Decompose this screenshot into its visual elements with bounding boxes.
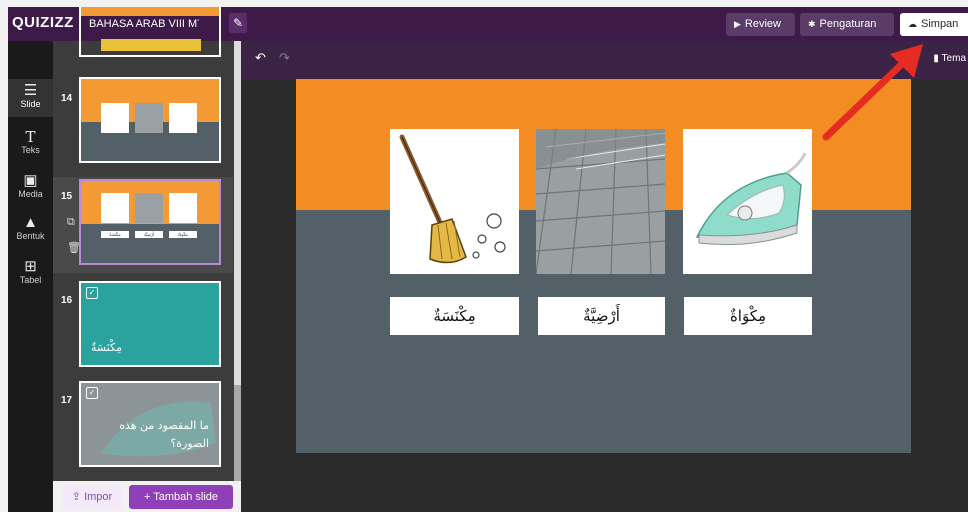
- thumb-floor-image: [135, 193, 163, 223]
- checkbox-icon: ✓: [86, 287, 98, 299]
- floor-tiles-image[interactable]: [536, 129, 665, 274]
- rail-label-table: Tabel: [19, 275, 42, 285]
- slide-thumbnail-15[interactable]: مِكْنَسَةٌ أَرْضِيَّةٌ مِكْوَاةٌ: [79, 179, 221, 265]
- slide-thumbnail-14[interactable]: [79, 77, 221, 163]
- slide-canvas-area: مِكْنَسَةٌ أَرْضِيَّةٌ مِكْوَاةٌ: [241, 79, 968, 512]
- add-slide-button[interactable]: + Tambah slide: [129, 485, 233, 509]
- theme-label: Tema: [941, 53, 966, 64]
- slide-thumbnail-16[interactable]: ✓ مِكْنَسَةٌ: [79, 281, 221, 367]
- slide-row-15[interactable]: 15 ⧉ 🗑 مِكْنَسَةٌ أَرْضِيَّةٌ مِكْوَاةٌ: [53, 177, 233, 273]
- edit-title-button[interactable]: ✎: [229, 13, 247, 33]
- play-icon: ▶: [734, 19, 741, 29]
- table-icon: ⊞: [24, 258, 37, 275]
- slide-row-14[interactable]: 14: [53, 77, 233, 169]
- broom-illustration: [399, 134, 506, 264]
- slide-number: 14: [61, 93, 73, 104]
- word-card-floor[interactable]: أَرْضِيَّةٌ: [538, 297, 665, 335]
- paint-bucket-icon: ▮: [933, 53, 939, 64]
- import-label: Impor: [84, 491, 113, 503]
- rail-item-shapes[interactable]: ▲ Bentuk: [8, 214, 53, 242]
- scrollbar-thumb[interactable]: [234, 385, 241, 481]
- thumb-broom-image: [101, 193, 129, 223]
- rail-item-table[interactable]: ⊞ Tabel: [8, 258, 53, 286]
- gear-icon: ✱: [808, 19, 816, 29]
- text-icon: T: [25, 128, 36, 146]
- rail-item-media[interactable]: ▣ Media: [8, 172, 53, 200]
- slide-row-17[interactable]: 17 ✓ ما المقصود من هذه الصورة؟: [53, 381, 233, 473]
- slide-panel: 14 15 ⧉ 🗑 مِكْنَسَةٌ أَرْضِيَّةٌ مِكْوَا…: [53, 7, 241, 512]
- thumb-word-2: أَرْضِيَّةٌ: [135, 231, 163, 238]
- undo-icon[interactable]: ↶: [255, 51, 266, 66]
- cloud-icon: ☁: [908, 19, 917, 29]
- save-label: Simpan: [921, 18, 959, 30]
- left-tool-rail: ☰ Slide T Teks ▣ Media ▲ Bentuk ⊞ Tabel: [8, 41, 53, 512]
- upload-icon: ⇪: [71, 491, 82, 503]
- thumb-iron-image: [169, 193, 197, 223]
- iron-image[interactable]: [683, 129, 812, 274]
- slide-17-text: ما المقصود من هذه الصورة؟: [119, 419, 209, 450]
- redo-icon[interactable]: ↷: [279, 51, 290, 66]
- thumb-floor-image: [135, 103, 163, 133]
- thumb-yellow-strip: [101, 39, 201, 51]
- thumb-broom-image: [101, 103, 129, 133]
- thumb-orange-band: [81, 7, 219, 16]
- review-label: Review: [744, 18, 781, 30]
- broom-image[interactable]: [390, 129, 519, 274]
- slide-number: 17: [61, 395, 73, 406]
- pencil-icon: ✎: [232, 16, 244, 30]
- thumb-word-3: مِكْوَاةٌ: [169, 231, 197, 238]
- rail-label-text: Teks: [21, 145, 40, 155]
- red-arrow-annotation: [822, 44, 923, 141]
- slide-number: 15: [61, 191, 73, 202]
- shapes-icon: ▲: [23, 214, 38, 231]
- rail-label-media: Media: [18, 189, 43, 199]
- rail-label-slide: Slide: [20, 99, 41, 109]
- thumb-iron-image: [169, 103, 197, 133]
- slide-number: 16: [61, 295, 73, 306]
- thumb-slate-band: [81, 223, 219, 263]
- thumb-word-1: مِكْنَسَةٌ: [101, 231, 129, 238]
- save-button[interactable]: ☁ Simpan: [900, 13, 968, 36]
- settings-button[interactable]: ✱ Pengaturan: [800, 13, 894, 36]
- quizizz-editor-window: QUIZIZZ BAHASA ARAB VIII MTSN K ✎ ▶Revie…: [8, 7, 968, 512]
- theme-button[interactable]: ▮ Tema: [933, 53, 966, 64]
- rail-label-shapes: Bentuk: [16, 231, 45, 241]
- slide-16-text: مِكْنَسَةٌ: [91, 341, 122, 354]
- slide-panel-actions: ⇪ Impor + Tambah slide: [53, 481, 241, 512]
- media-icon: ▣: [23, 172, 38, 189]
- settings-label: Pengaturan: [819, 18, 877, 30]
- import-button[interactable]: ⇪ Impor: [61, 485, 123, 509]
- slide-row-16[interactable]: 16 ✓ مِكْنَسَةٌ: [53, 281, 233, 373]
- duplicate-icon[interactable]: ⧉: [67, 215, 75, 229]
- word-card-broom[interactable]: مِكْنَسَةٌ: [390, 297, 519, 335]
- rail-item-text[interactable]: T Teks: [8, 129, 53, 155]
- iron-illustration: [695, 152, 807, 246]
- slide-thumbnail-17[interactable]: ✓ ما المقصود من هذه الصورة؟: [79, 381, 221, 467]
- review-button[interactable]: ▶ Review: [726, 13, 795, 36]
- floor-tiles-illustration: [536, 129, 665, 274]
- rail-item-slide[interactable]: ☰ Slide: [8, 79, 53, 117]
- word-card-iron[interactable]: مِكْوَاةٌ: [684, 297, 812, 335]
- quizizz-logo[interactable]: QUIZIZZ: [12, 14, 74, 31]
- slide-thumbnail-partial[interactable]: [79, 7, 221, 57]
- slides-icon: ☰: [23, 82, 38, 99]
